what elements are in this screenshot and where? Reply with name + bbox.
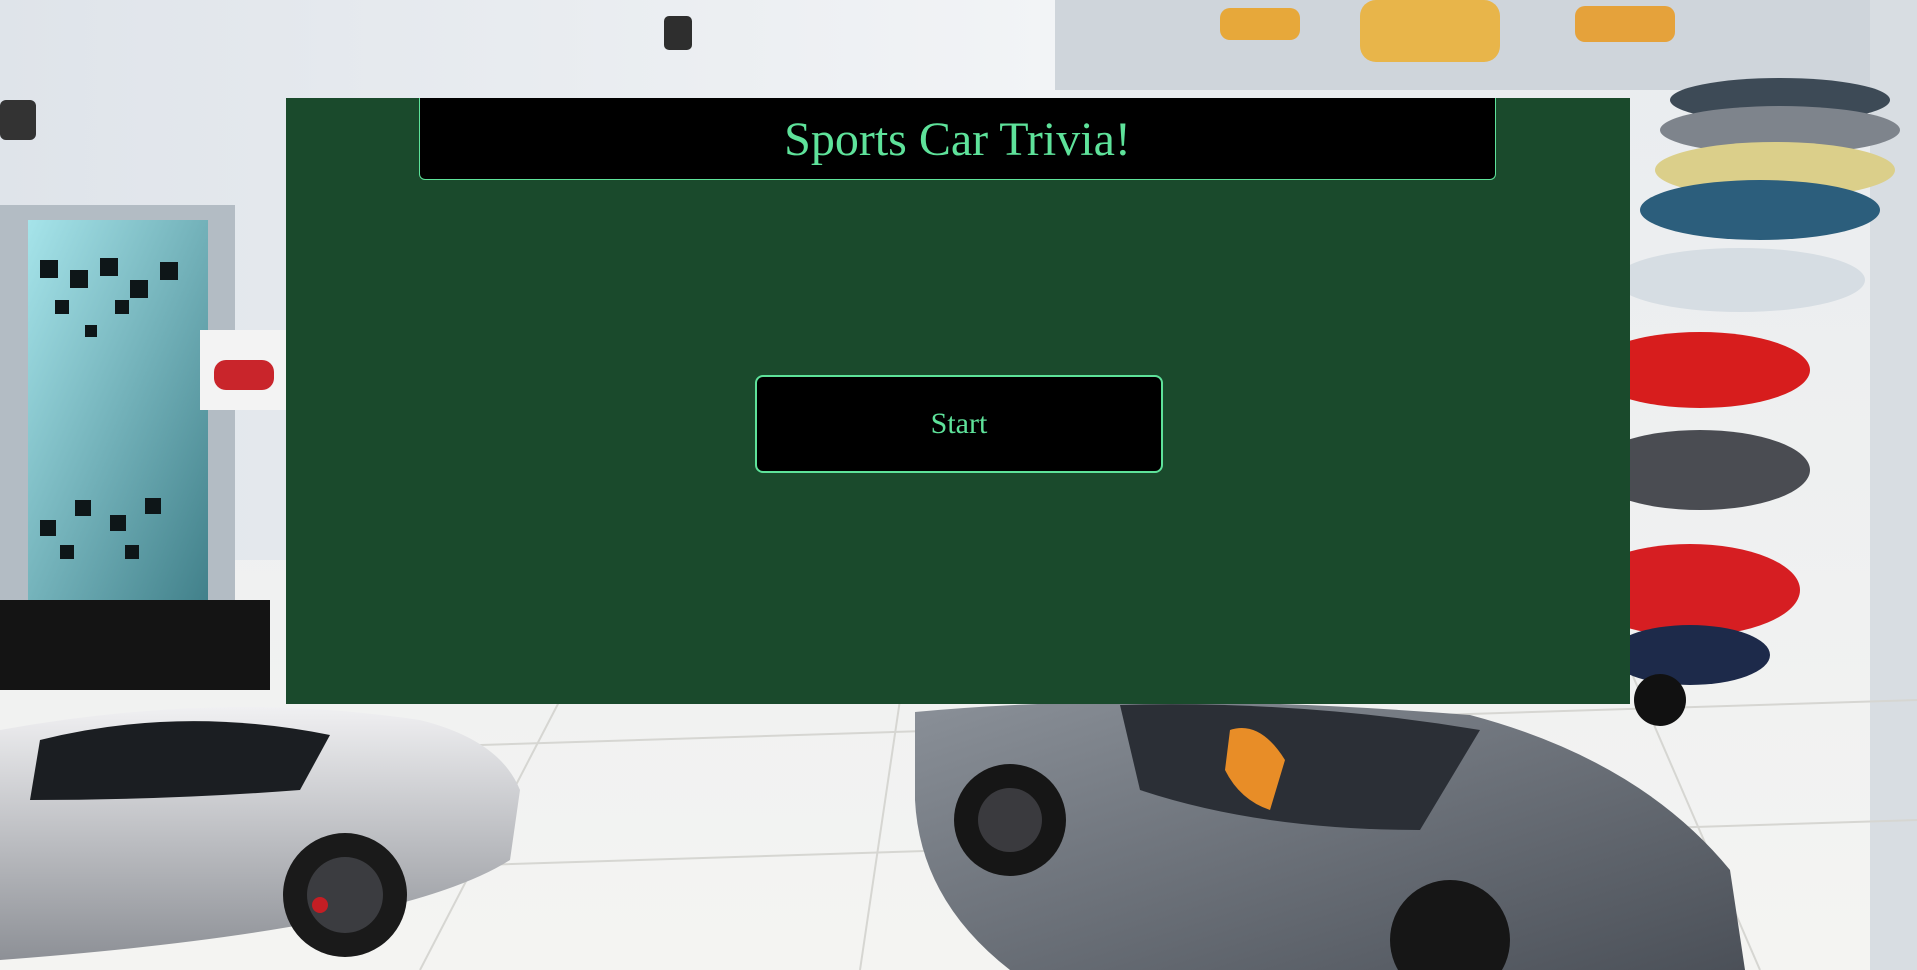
- start-button[interactable]: Start: [755, 375, 1163, 473]
- trivia-panel: Sports Car Trivia! Start: [286, 98, 1630, 704]
- title-bar: Sports Car Trivia!: [419, 98, 1496, 180]
- page-title: Sports Car Trivia!: [784, 113, 1131, 166]
- app-window: Sports Car Trivia! Start: [0, 0, 1917, 970]
